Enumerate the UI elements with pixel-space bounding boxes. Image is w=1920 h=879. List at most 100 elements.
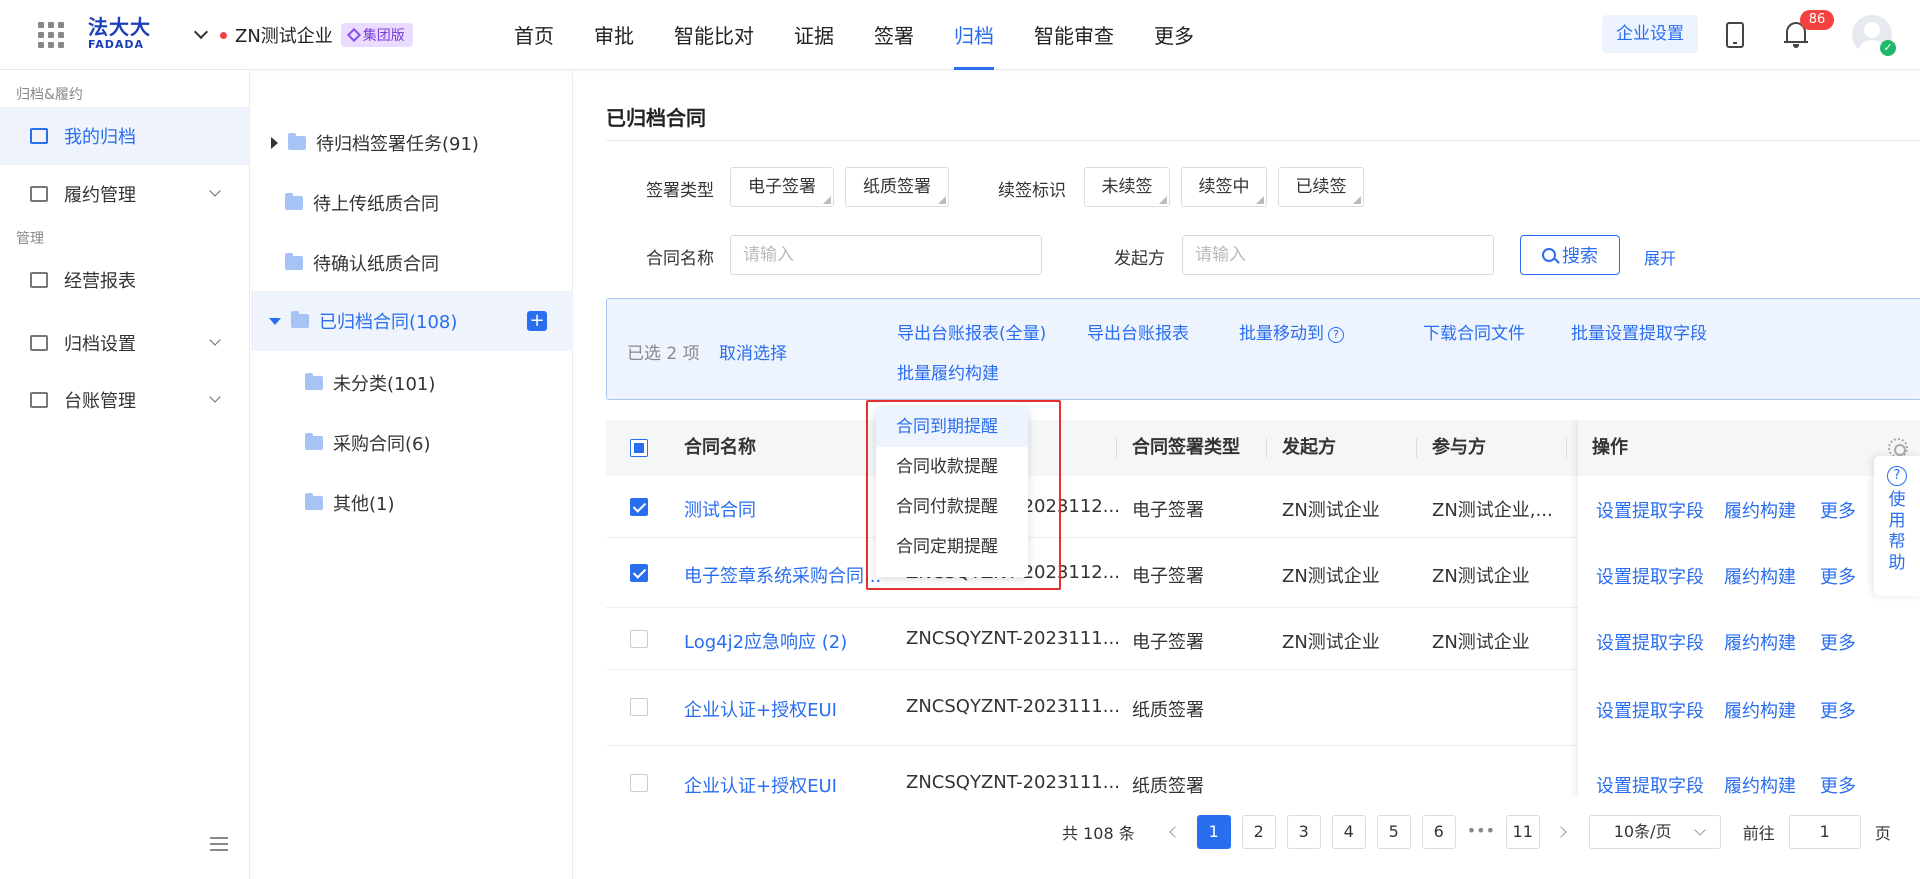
more-link[interactable]: 更多 — [1820, 629, 1856, 655]
company-switcher[interactable]: ZN测试企业 集团版 — [193, 22, 413, 48]
page-5[interactable]: 5 — [1376, 815, 1411, 849]
row-checkbox[interactable] — [630, 774, 648, 792]
export-ledger-full-link[interactable]: 导出台账报表(全量) — [897, 319, 1046, 344]
nav-archive[interactable]: 归档 — [954, 0, 994, 70]
help-icon[interactable]: ? — [1328, 327, 1344, 343]
folder-icon — [291, 311, 309, 328]
contract-name-link[interactable]: 电子签章系统采购合同... — [684, 562, 881, 588]
sidebar-item-my-archive[interactable]: 我的归档 — [0, 107, 249, 165]
col-separator — [1416, 438, 1417, 458]
set-extract-field-link[interactable]: 设置提取字段 — [1596, 563, 1704, 589]
page-4[interactable]: 4 — [1331, 815, 1366, 849]
tag-renewed[interactable]: 已续签 — [1278, 167, 1364, 207]
collapse-sidebar-icon[interactable] — [210, 837, 228, 851]
page-2[interactable]: 2 — [1241, 815, 1276, 849]
chevron-left-icon[interactable] — [1169, 826, 1181, 838]
set-extract-field-link[interactable]: 设置提取字段 — [1596, 772, 1704, 798]
contract-name-link[interactable]: Log4j2应急响应 (2) — [684, 628, 847, 654]
tree-item-archived[interactable]: 已归档合同(108) + — [251, 291, 573, 351]
logo[interactable]: 法大大 FADADA — [88, 16, 152, 56]
nav-sign[interactable]: 签署 — [874, 0, 914, 70]
tree-item-uncategorized[interactable]: 未分类(101) — [251, 354, 573, 412]
tag-not-renewed[interactable]: 未续签 — [1084, 167, 1170, 207]
export-ledger-link[interactable]: 导出台账报表 — [1087, 319, 1189, 344]
total-count: 共 108 条 — [1062, 824, 1135, 843]
download-contract-link[interactable]: 下载合同文件 — [1423, 319, 1525, 344]
highlight-box — [866, 400, 1061, 590]
goto-page-input[interactable]: 1 — [1788, 815, 1861, 849]
set-extract-field-link[interactable]: 设置提取字段 — [1596, 497, 1704, 523]
initiator: ZN测试企业 — [1282, 566, 1380, 587]
contract-name-link[interactable]: 企业认证+授权EUI — [684, 772, 837, 798]
page-3[interactable]: 3 — [1286, 815, 1321, 849]
sidebar-item-performance[interactable]: 履约管理 — [0, 165, 249, 223]
tree-item-other[interactable]: 其他(1) — [251, 474, 573, 532]
page-11[interactable]: 11 — [1505, 815, 1540, 849]
performance-build-link[interactable]: 履约构建 — [1724, 697, 1796, 723]
row-checkbox[interactable] — [630, 698, 648, 716]
verified-check-icon: ✓ — [1880, 40, 1896, 56]
tree-item-pending-tasks[interactable]: 待归档签署任务(91) — [251, 114, 573, 172]
tag-renewing[interactable]: 续签中 — [1181, 167, 1267, 207]
performance-build-link[interactable]: 履约构建 — [1724, 497, 1796, 523]
bar-chart-icon — [30, 272, 48, 288]
page-size-select[interactable]: 10条/页 — [1588, 815, 1721, 849]
cancel-selection-link[interactable]: 取消选择 — [719, 339, 787, 364]
expand-link[interactable]: 展开 — [1644, 245, 1676, 269]
more-link[interactable]: 更多 — [1820, 772, 1856, 798]
caret-right-icon[interactable] — [271, 137, 278, 149]
nav-more[interactable]: 更多 — [1154, 0, 1194, 70]
chevron-right-icon[interactable] — [1555, 826, 1567, 838]
performance-build-link[interactable]: 履约构建 — [1724, 563, 1796, 589]
enterprise-settings-button[interactable]: 企业设置 — [1602, 15, 1698, 53]
contract-name-link[interactable]: 测试合同 — [684, 496, 756, 522]
help-float-button[interactable]: ? 使 用 帮 助 — [1874, 456, 1920, 596]
app-grid-icon[interactable] — [38, 22, 64, 48]
add-folder-button[interactable]: + — [527, 311, 547, 331]
tree-item-purchase[interactable]: 采购合同(6) — [251, 414, 573, 472]
sidebar-item-reports[interactable]: 经营报表 — [0, 251, 249, 309]
tag-paper-sign[interactable]: 纸质签署 — [845, 167, 949, 207]
search-button[interactable]: 搜索 — [1520, 235, 1620, 275]
more-link[interactable]: 更多 — [1820, 497, 1856, 523]
set-extract-field-link[interactable]: 设置提取字段 — [1596, 629, 1704, 655]
nav-smart-compare[interactable]: 智能比对 — [674, 0, 754, 70]
page-1[interactable]: 1 — [1196, 815, 1231, 849]
set-extract-field-link[interactable]: 设置提取字段 — [1596, 697, 1704, 723]
contract-name-input[interactable]: 请输入 — [730, 235, 1042, 275]
row-checkbox[interactable] — [630, 564, 648, 582]
row-checkbox[interactable] — [630, 498, 648, 516]
nav-smart-review[interactable]: 智能审查 — [1034, 0, 1114, 70]
bulk-action-bar: 已选 2 项 取消选择 导出台账报表(全量) 导出台账报表 批量移动到? 下载合… — [606, 298, 1920, 400]
performance-build-link[interactable]: 履约构建 — [1724, 629, 1796, 655]
nav-home[interactable]: 首页 — [514, 0, 554, 70]
batch-extract-field-link[interactable]: 批量设置提取字段 — [1571, 319, 1707, 344]
page-ellipsis[interactable]: ••• — [1467, 815, 1495, 849]
more-link[interactable]: 更多 — [1820, 697, 1856, 723]
nav-approval[interactable]: 审批 — [594, 0, 634, 70]
main-content: 已归档合同 签署类型 电子签署 纸质签署 续签标识 未续签 续签中 已续签 合同… — [574, 70, 1920, 879]
more-link[interactable]: 更多 — [1820, 563, 1856, 589]
sidebar-section-archive: 归档&履约 — [16, 87, 83, 103]
page-6[interactable]: 6 — [1421, 815, 1456, 849]
col-separator — [1566, 438, 1567, 458]
sidebar-item-ledger[interactable]: 台账管理 — [0, 371, 249, 429]
chevron-down-icon — [209, 185, 221, 197]
tag-electronic-sign[interactable]: 电子签署 — [730, 167, 834, 207]
group-edition-badge: 集团版 — [340, 23, 413, 47]
performance-build-link[interactable]: 履约构建 — [1724, 772, 1796, 798]
row-checkbox[interactable] — [630, 630, 648, 648]
sidebar-item-archive-settings[interactable]: 归档设置 — [0, 314, 249, 372]
initiator: ZN测试企业 — [1282, 500, 1380, 521]
caret-down-icon[interactable] — [269, 317, 281, 325]
tree-item-pending-confirm[interactable]: 待确认纸质合同 — [251, 234, 573, 292]
mobile-icon[interactable] — [1726, 22, 1744, 48]
gear-icon[interactable] — [1888, 438, 1908, 458]
initiator-input[interactable]: 请输入 — [1182, 235, 1494, 275]
tree-item-pending-upload[interactable]: 待上传纸质合同 — [251, 174, 573, 232]
contract-name-link[interactable]: 企业认证+授权EUI — [684, 696, 837, 722]
nav-evidence[interactable]: 证据 — [794, 0, 834, 70]
batch-move-link[interactable]: 批量移动到? — [1239, 319, 1344, 344]
select-all-checkbox[interactable] — [630, 439, 648, 457]
batch-performance-link[interactable]: 批量履约构建 — [897, 359, 999, 384]
